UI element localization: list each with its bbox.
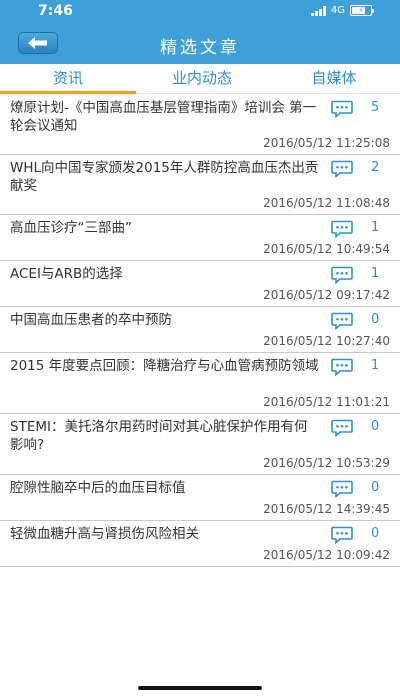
charging-icon: ⚡ — [358, 5, 364, 15]
comment-icon — [331, 266, 353, 284]
page-title: 精选文章 — [160, 38, 240, 58]
network-label: 4G — [330, 5, 345, 16]
article-list: 燎原计划-《中国高血压基层管理指南》培训会 第一轮会议通知 5 2016/05/12… — [0, 95, 400, 567]
article-title: WHL向中国专家颁发2015年人群防控高血压杰出贡献奖 — [10, 160, 319, 194]
article-date: 2016/05/12 11:01:21 — [263, 395, 390, 409]
article-row[interactable]: WHL向中国专家颁发2015年人群防控高血压杰出贡献奖 2 2016/05/12 1… — [0, 155, 400, 215]
tab-1[interactable]: 业内动态 — [136, 64, 268, 93]
comment-icon — [331, 480, 353, 498]
article-row[interactable]: 中国高血压患者的卒中预防 0 2016/05/12 10:27:40 — [0, 307, 400, 353]
article-row[interactable]: 高血压诊疗“三部曲” 1 2016/05/12 10:49:54 — [0, 215, 400, 261]
comment-icon — [331, 160, 353, 178]
comment-icon — [331, 358, 353, 376]
article-title: 高血压诊疗“三部曲” — [10, 220, 132, 236]
comment-count: 0 — [371, 312, 380, 327]
article-title: ACEI与ARB的选择 — [10, 266, 123, 282]
comment-icon — [331, 419, 353, 437]
article-title: 燎原计划-《中国高血压基层管理指南》培训会 第一轮会议通知 — [10, 100, 317, 134]
comment-icon — [331, 312, 353, 330]
nav-bar: 精选文章 — [0, 24, 400, 64]
status-time: 7:46 — [38, 3, 73, 19]
article-row[interactable]: STEMI：美托洛尔用药时间对其心脏保护作用有何影响? 0 2016/05/12 1… — [0, 414, 400, 475]
comment-count: 0 — [371, 526, 380, 541]
status-bar: 7:46 4G ⚡ — [0, 0, 400, 24]
tab-bar: 资讯 业内动态 自媒体 — [0, 64, 400, 94]
comment-icon — [331, 220, 353, 238]
article-date: 2016/05/12 10:53:29 — [263, 456, 390, 470]
battery-icon: ⚡ — [350, 5, 374, 16]
article-title: 轻微血糖升高与肾损伤风险相关 — [10, 526, 199, 542]
comment-count: 1 — [371, 358, 380, 373]
article-date: 2016/05/12 11:25:08 — [263, 136, 390, 150]
comment-icon — [331, 526, 353, 544]
article-row[interactable]: 2015 年度要点回顾：降糖治疗与心血管病预防领域 1 2016/05/12 11:… — [0, 353, 400, 414]
article-title: 2015 年度要点回顾：降糖治疗与心血管病预防领域 — [10, 358, 319, 374]
article-title: 中国高血压患者的卒中预防 — [10, 312, 172, 328]
comment-count: 2 — [371, 160, 380, 175]
comment-count: 5 — [371, 100, 380, 115]
tab-2[interactable]: 自媒体 — [268, 64, 400, 93]
home-indicator[interactable] — [138, 686, 262, 690]
article-row[interactable]: 燎原计划-《中国高血压基层管理指南》培训会 第一轮会议通知 5 2016/05/12… — [0, 95, 400, 155]
article-date: 2016/05/12 09:17:42 — [263, 288, 390, 302]
comment-count: 1 — [371, 220, 380, 235]
article-row[interactable]: ACEI与ARB的选择 1 2016/05/12 09:17:42 — [0, 261, 400, 307]
comment-count: 1 — [371, 266, 380, 281]
article-date: 2016/05/12 14:39:45 — [263, 502, 390, 516]
article-title: 腔隙性脑卒中后的血压目标值 — [10, 480, 186, 496]
article-date: 2016/05/12 11:08:48 — [263, 196, 390, 210]
article-date: 2016/05/12 10:49:54 — [263, 242, 390, 256]
status-indicators: 4G ⚡ — [310, 5, 374, 16]
article-row[interactable]: 轻微血糖升高与肾损伤风险相关 0 2016/05/12 10:09:42 — [0, 521, 400, 567]
comment-count: 0 — [371, 419, 380, 434]
tab-0[interactable]: 资讯 — [0, 64, 136, 94]
comment-count: 0 — [371, 480, 380, 495]
article-title: STEMI：美托洛尔用药时间对其心脏保护作用有何影响? — [10, 419, 308, 453]
article-date: 2016/05/12 10:27:40 — [263, 334, 390, 348]
comment-icon — [331, 100, 353, 118]
article-date: 2016/05/12 10:09:42 — [263, 548, 390, 562]
signal-icon — [310, 5, 326, 16]
article-row[interactable]: 腔隙性脑卒中后的血压目标值 0 2016/05/12 14:39:45 — [0, 475, 400, 521]
